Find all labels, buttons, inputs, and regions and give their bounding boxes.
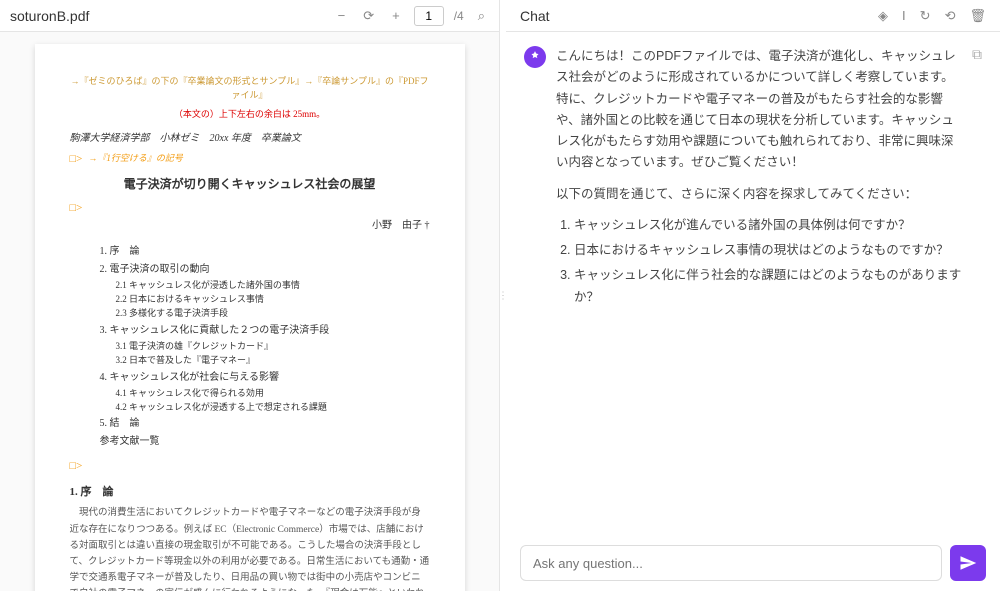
toc-item: 3.2 日本で普及した『電子マネー』 [116, 353, 430, 367]
message-paragraph: 以下の質問を通じて、さらに深く内容を探求してみてください： [556, 184, 962, 205]
send-button[interactable] [950, 545, 986, 581]
pdf-toolbar: soturonB.pdf − ⟳ + /4 ⌕ [0, 0, 499, 32]
author: 小野 由子 † [70, 218, 430, 234]
doc-header-line: 駒澤大学経済学部 小林ゼミ 20xx 年度 卒業論文 [70, 133, 301, 144]
section-heading: 1. 序 論 [70, 484, 430, 502]
toc-item: 3. キャッシュレス化に貢献した２つの電子決済手段 [100, 323, 430, 339]
pdf-panel: soturonB.pdf − ⟳ + /4 ⌕ →『ゼミのひろば』の下の『卒業論… [0, 0, 500, 591]
spacer-marker: □> [70, 458, 424, 476]
toc-item: 2. 電子決済の取引の動向 [100, 262, 430, 278]
copy-icon[interactable]: ⧉ [972, 46, 982, 312]
chat-panel: Chat ◈ I ↻ ⟲ 🗑 こんにちは！このPDFファイルでは、電子決済が進化… [506, 0, 1000, 591]
spacer-note: →『1行空ける』の記号 [88, 151, 183, 169]
undo-icon[interactable]: ⟲ [945, 8, 956, 24]
spacer-marker: □> [70, 200, 424, 218]
chat-messages[interactable]: こんにちは！このPDFファイルでは、電子決済が進化し、キャッシュレス社会がどのよ… [506, 32, 1000, 535]
assistant-message: こんにちは！このPDFファイルでは、電子決済が進化し、キャッシュレス社会がどのよ… [524, 46, 982, 312]
suggested-question: キャッシュレス化が進んでいる諸外国の具体例は何ですか？ [574, 215, 962, 236]
breadcrumb-note: →『ゼミのひろば』の下の『卒業論文の形式とサンプル』→『卒論サンプル』の『PDF… [70, 74, 430, 103]
page-total: /4 [454, 9, 464, 23]
pdf-page: →『ゼミのひろば』の下の『卒業論文の形式とサンプル』→『卒論サンプル』の『PDF… [35, 44, 465, 591]
chat-title: Chat [520, 8, 878, 24]
share-icon[interactable]: ◈ [878, 8, 888, 24]
chat-header: Chat ◈ I ↻ ⟲ 🗑 [506, 0, 1000, 32]
pdf-filename: soturonB.pdf [10, 8, 334, 24]
text-cursor-icon[interactable]: I [902, 8, 906, 24]
zoom-out-button[interactable]: − [334, 6, 350, 25]
toc-item: 2.1 キャッシュレス化が浸透した諸外国の事情 [116, 278, 430, 292]
page-number-input[interactable] [414, 6, 444, 26]
rotate-button[interactable]: ⟳ [359, 6, 378, 26]
toc-item: 4. キャッシュレス化が社会に与える影響 [100, 370, 430, 386]
chat-input[interactable] [520, 545, 942, 581]
table-of-contents: 1. 序 論 2. 電子決済の取引の動向 2.1 キャッシュレス化が浸透した諸外… [100, 244, 430, 451]
assistant-avatar [524, 46, 546, 68]
panel-resizer[interactable]: ⋮ [500, 0, 506, 591]
toc-item: 2.2 日本におけるキャッシュレス事情 [116, 292, 430, 306]
suggested-question: キャッシュレス化に伴う社会的な課題にはどのようなものがありますか？ [574, 265, 962, 308]
chat-input-bar [506, 535, 1000, 591]
zoom-in-button[interactable]: + [388, 6, 404, 25]
thesis-title: 電子決済が切り開くキャッシュレス社会の展望 [70, 175, 430, 194]
toc-item: 5. 結 論 [100, 416, 430, 432]
margin-note: （本文の）上下左右の余白は 25mm。 [70, 107, 430, 121]
toc-item: 1. 序 論 [100, 244, 430, 260]
toc-item: 4.1 キャッシュレス化で得られる効用 [116, 386, 430, 400]
pdf-viewer[interactable]: →『ゼミのひろば』の下の『卒業論文の形式とサンプル』→『卒論サンプル』の『PDF… [0, 32, 499, 591]
spacer-marker: □> [70, 151, 83, 169]
toc-item: 3.1 電子決済の雄『クレジットカード』 [116, 339, 430, 353]
suggested-question: 日本におけるキャッシュレス事情の現状はどのようなものですか？ [574, 240, 962, 261]
toc-item: 4.2 キャッシュレス化が浸透する上で想定される課題 [116, 400, 430, 414]
search-icon[interactable]: ⌕ [474, 6, 489, 26]
message-paragraph: こんにちは！このPDFファイルでは、電子決済が進化し、キャッシュレス社会がどのよ… [556, 46, 962, 174]
body-paragraph: 現代の消費生活においてクレジットカードや電子マネーなどの電子決済手段が身近な存在… [70, 505, 430, 591]
delete-icon[interactable]: 🗑 [969, 8, 986, 24]
refresh-icon[interactable]: ↻ [920, 8, 931, 24]
toc-item: 参考文献一覧 [100, 434, 430, 450]
toc-item: 2.3 多様化する電子決済手段 [116, 306, 430, 320]
